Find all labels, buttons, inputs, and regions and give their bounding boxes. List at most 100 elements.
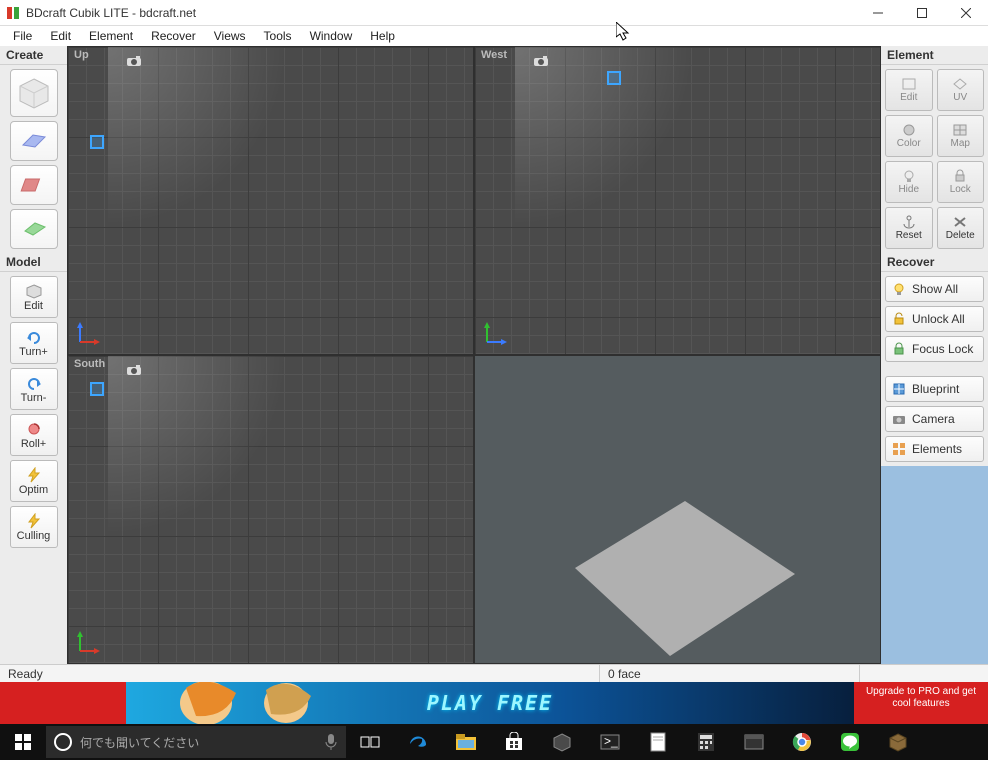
axis-gizmo — [76, 629, 102, 655]
minimize-button[interactable] — [856, 0, 900, 26]
camera-icon[interactable] — [533, 55, 549, 67]
viewport-west[interactable]: West — [474, 46, 881, 355]
status-ready: Ready — [0, 665, 600, 682]
menu-file[interactable]: File — [4, 27, 41, 45]
model-turn-plus-button[interactable]: Turn+ — [10, 322, 58, 364]
light-glow — [108, 47, 288, 227]
maximize-button[interactable] — [900, 0, 944, 26]
ad-banner[interactable]: PLAY FREE Upgrade to PRO and get cool fe… — [0, 682, 988, 724]
model-optim-button[interactable]: Optim — [10, 460, 58, 502]
delete-icon — [952, 215, 968, 229]
store-app[interactable] — [490, 724, 538, 760]
cube-icon — [16, 75, 52, 111]
selection-marker[interactable] — [90, 135, 104, 149]
selection-marker[interactable] — [90, 382, 104, 396]
axis-gizmo — [76, 320, 102, 346]
focus-lock-icon — [892, 342, 906, 356]
cube-app-icon — [552, 732, 572, 752]
recover-blueprint-button[interactable]: Blueprint — [885, 376, 984, 402]
recover-focus-lock-button[interactable]: Focus Lock — [885, 336, 984, 362]
element-delete-button[interactable]: Delete — [937, 207, 985, 249]
element-color-button[interactable]: Color — [885, 115, 933, 157]
element-hide-button[interactable]: Hide — [885, 161, 933, 203]
notepad-app[interactable] — [634, 724, 682, 760]
camera-icon — [892, 412, 906, 426]
terminal-app[interactable]: >_ — [586, 724, 634, 760]
create-cube-button[interactable] — [10, 69, 58, 117]
axis-gizmo — [483, 320, 509, 346]
viewport-label: South — [74, 358, 105, 370]
bdcraft-icon — [888, 732, 908, 752]
recover-show-all-button[interactable]: Show All — [885, 276, 984, 302]
start-button[interactable] — [0, 724, 46, 760]
model-culling-button[interactable]: Culling — [10, 506, 58, 548]
edit-icon — [901, 77, 917, 91]
menu-help[interactable]: Help — [361, 27, 404, 45]
line-icon — [840, 732, 860, 752]
menu-edit[interactable]: Edit — [41, 27, 80, 45]
taskview-icon — [360, 734, 380, 750]
edge-icon — [407, 731, 429, 753]
bulb-on-icon — [892, 282, 906, 296]
menu-window[interactable]: Window — [301, 27, 362, 45]
cortana-search[interactable]: 何でも聞いてください — [46, 726, 346, 758]
statusbar: Ready 0 face — [0, 664, 988, 682]
viewport-up[interactable]: Up — [67, 46, 474, 355]
viewport-perspective[interactable] — [474, 355, 881, 664]
chrome-app[interactable] — [778, 724, 826, 760]
document-icon — [650, 732, 666, 752]
viewport-label: Up — [74, 49, 89, 61]
menu-views[interactable]: Views — [205, 27, 255, 45]
element-uv-button[interactable]: UV — [937, 69, 985, 111]
edge-app[interactable] — [394, 724, 442, 760]
lightning-icon — [25, 467, 43, 483]
menu-recover[interactable]: Recover — [142, 27, 205, 45]
perspective-plane — [570, 496, 830, 664]
right-sidebar: Element Edit UV Color Map Hide Lock Rese… — [881, 46, 988, 664]
create-plane-green-button[interactable] — [10, 209, 58, 249]
create-plane-blue-button[interactable] — [10, 121, 58, 161]
menu-element[interactable]: Element — [80, 27, 142, 45]
ad-art — [166, 682, 366, 724]
roll-plus-icon — [25, 421, 43, 437]
taskbar-apps: >_ — [346, 724, 922, 760]
line-app[interactable] — [826, 724, 874, 760]
recover-camera-button[interactable]: Camera — [885, 406, 984, 432]
edit-cube-icon — [25, 283, 43, 299]
create-plane-red-button[interactable] — [10, 165, 58, 205]
map-icon — [952, 123, 968, 137]
viewport-south[interactable]: South — [67, 355, 474, 664]
close-button[interactable] — [944, 0, 988, 26]
taskview-button[interactable] — [346, 724, 394, 760]
camera-icon[interactable] — [126, 364, 142, 376]
uv-icon — [952, 77, 968, 91]
app-generic-2[interactable] — [730, 724, 778, 760]
calculator-icon — [697, 732, 715, 752]
create-panel-header: Create — [0, 46, 67, 65]
calculator-app[interactable] — [682, 724, 730, 760]
camera-icon[interactable] — [126, 55, 142, 67]
element-map-button[interactable]: Map — [937, 115, 985, 157]
explorer-app[interactable] — [442, 724, 490, 760]
bdcraft-app[interactable] — [874, 724, 922, 760]
status-spacer — [860, 665, 988, 682]
model-panel-header: Model — [0, 253, 67, 272]
model-roll-plus-button[interactable]: Roll+ — [10, 414, 58, 456]
ad-left — [0, 682, 126, 724]
ad-upgrade-text[interactable]: Upgrade to PRO and get cool features — [854, 682, 988, 724]
menu-tools[interactable]: Tools — [255, 27, 301, 45]
right-fill-area — [881, 466, 988, 664]
app-generic-1[interactable] — [538, 724, 586, 760]
viewport-area: Up West South — [67, 46, 881, 664]
light-glow — [108, 356, 288, 536]
mic-icon — [324, 733, 338, 751]
recover-elements-button[interactable]: Elements — [885, 436, 984, 462]
element-reset-button[interactable]: Reset — [885, 207, 933, 249]
recover-unlock-all-button[interactable]: Unlock All — [885, 306, 984, 332]
element-edit-button[interactable]: Edit — [885, 69, 933, 111]
model-turn-minus-button[interactable]: Turn- — [10, 368, 58, 410]
element-lock-button[interactable]: Lock — [937, 161, 985, 203]
plane-red-icon — [19, 175, 49, 195]
selection-marker[interactable] — [607, 71, 621, 85]
model-edit-button[interactable]: Edit — [10, 276, 58, 318]
